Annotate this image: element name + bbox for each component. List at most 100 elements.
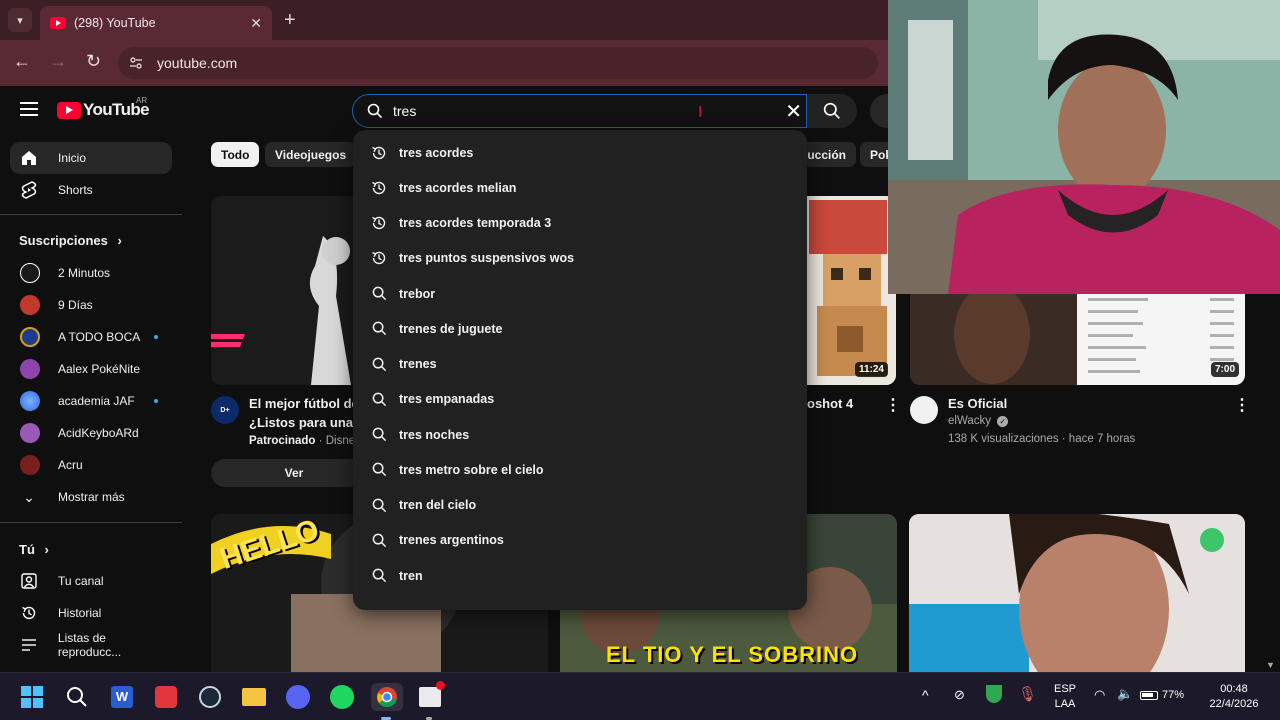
more-options-icon[interactable]: ⋮: [885, 395, 901, 415]
video-title[interactable]: Es Oficial: [948, 394, 1007, 413]
search-suggestion[interactable]: tren: [353, 558, 807, 593]
suggestion-text: trenes: [399, 357, 437, 371]
search-suggestion[interactable]: tren del cielo: [353, 488, 807, 523]
search-icon: [371, 427, 387, 443]
browser-tab-youtube[interactable]: (298) YouTube ✕: [40, 6, 272, 40]
search-suggestion[interactable]: trenes de juguete: [353, 311, 807, 346]
suggestion-text: tres empanadas: [399, 392, 495, 407]
volume-icon[interactable]: 🔈: [1117, 686, 1133, 702]
clock[interactable]: 00:48 22/4/2026: [1196, 682, 1272, 712]
wifi-icon[interactable]: ◠: [1094, 687, 1105, 703]
chevron-up-icon[interactable]: ^: [922, 687, 929, 703]
forward-arrow-icon[interactable]: →: [49, 51, 67, 72]
search-suggestion[interactable]: tres empanadas: [353, 382, 807, 417]
sidebar-item-playlists[interactable]: Listas de reproducc...: [10, 629, 172, 661]
search-icon: [367, 103, 383, 119]
sidebar-item-shorts[interactable]: Shorts: [10, 174, 172, 206]
sidebar-subscription[interactable]: Aalex PokéNite: [10, 353, 172, 385]
chip-todo[interactable]: Todo: [211, 142, 260, 167]
sidebar-subscription[interactable]: A TODO BOCA: [10, 321, 172, 353]
windows-start-icon[interactable]: [18, 683, 46, 711]
history-icon: [371, 145, 387, 161]
search-suggestion[interactable]: tres metro sobre el cielo: [353, 452, 807, 487]
back-arrow-icon[interactable]: ←: [13, 51, 31, 72]
tab-search-button[interactable]: ▾: [8, 8, 32, 32]
battery-icon: [1140, 690, 1158, 700]
search-suggestion[interactable]: tres noches: [353, 417, 807, 452]
address-bar[interactable]: youtube.com: [118, 47, 878, 79]
hamburger-menu-icon[interactable]: [20, 102, 38, 120]
sidebar-item-inicio[interactable]: Inicio: [10, 142, 172, 174]
search-button[interactable]: [807, 94, 857, 128]
language-indicator[interactable]: ESP LAA: [1050, 682, 1080, 712]
suggestion-text: trenes de juguete: [399, 321, 503, 336]
video-duration: 11:24: [854, 362, 888, 377]
new-tab-icon[interactable]: +: [284, 9, 296, 32]
sidebar-subscription[interactable]: 2 Minutos: [10, 257, 172, 289]
reload-icon[interactable]: ↻: [86, 51, 101, 72]
chevron-right-icon: ›: [117, 233, 122, 248]
sidebar-item-tu-canal[interactable]: Tu canal: [10, 565, 172, 597]
history-icon: [371, 215, 387, 231]
history-icon: [371, 180, 387, 196]
sidebar-item-label: Listas de reproducc...: [57, 631, 122, 659]
channel-avatar: [20, 455, 40, 475]
network-off-icon[interactable]: ⊘: [954, 687, 965, 703]
search-icon: [371, 286, 387, 302]
microphone-icon[interactable]: 🎙: [1018, 685, 1037, 703]
discord-icon[interactable]: [284, 683, 312, 711]
search-suggestion[interactable]: trenes: [353, 347, 807, 382]
sidebar-item-historial[interactable]: Historial: [10, 597, 172, 629]
sidebar-subscription[interactable]: AcidKeyboARd: [10, 417, 172, 449]
search-input[interactable]: [393, 103, 773, 119]
site-info-icon[interactable]: [122, 49, 150, 77]
search-icon: [371, 462, 387, 478]
you-heading[interactable]: Tú ›: [19, 542, 49, 557]
spotify-icon[interactable]: [328, 683, 356, 711]
subscriptions-heading[interactable]: Suscripciones ›: [19, 233, 122, 248]
anydesk-icon[interactable]: [152, 683, 180, 711]
chip-videojuegos[interactable]: Videojuegos: [265, 142, 357, 167]
steam-icon[interactable]: [196, 683, 224, 711]
show-more-button[interactable]: ⌄ Mostrar más: [10, 481, 172, 513]
sidebar-subscription[interactable]: 9 Días: [10, 289, 172, 321]
video-title[interactable]: oshot 4: [807, 394, 853, 413]
video-title[interactable]: El mejor fútbol de ¿Listos para una n: [249, 394, 353, 432]
sidebar-divider: [0, 214, 182, 215]
store-icon[interactable]: [416, 681, 445, 711]
search-icon: [371, 321, 387, 337]
chip-poker[interactable]: Pok: [860, 142, 888, 167]
new-content-dot: [154, 335, 158, 339]
portrait-thumbnail[interactable]: [909, 514, 1245, 672]
clear-search-icon[interactable]: ✕: [785, 99, 802, 124]
minecraft-thumbnail[interactable]: 11:24: [807, 196, 896, 385]
scroll-down-arrow-icon[interactable]: ▼: [1266, 660, 1275, 670]
ad-cta-button[interactable]: Ver: [211, 459, 353, 487]
tab-close-icon[interactable]: ✕: [250, 15, 262, 32]
channel-name[interactable]: elWacky ✓: [948, 415, 1009, 427]
es-oficial-thumbnail[interactable]: 7:00: [910, 294, 1245, 385]
suggestion-text: tres acordes melian: [399, 180, 517, 195]
search-suggestion[interactable]: tres acordes: [353, 135, 807, 170]
channel-avatar: [20, 263, 40, 283]
advertiser-avatar[interactable]: D+: [211, 396, 239, 424]
ad-thumbnail[interactable]: [211, 196, 353, 385]
search-suggestion[interactable]: trenes argentinos: [353, 523, 807, 558]
security-icon[interactable]: [986, 685, 1002, 706]
sidebar-subscription[interactable]: Acru: [10, 449, 172, 481]
search-suggestion[interactable]: trebor: [353, 276, 807, 311]
search-icon[interactable]: [63, 683, 91, 711]
sidebar-subscription[interactable]: academia JAF: [10, 385, 172, 417]
more-options-icon[interactable]: ⋮: [1234, 395, 1250, 415]
windows-taskbar: W ^ ⊘ 🎙 ESP LAA ◠ 🔈 77% 00:48 22/4/2026: [0, 672, 1280, 720]
search-suggestion[interactable]: tres acordes melian: [353, 170, 807, 205]
home-icon: [20, 149, 38, 167]
search-suggestion[interactable]: tres acordes temporada 3: [353, 206, 807, 241]
file-explorer-icon[interactable]: [240, 683, 268, 711]
chrome-icon[interactable]: [371, 683, 403, 711]
battery-indicator[interactable]: 77%: [1140, 689, 1184, 701]
channel-avatar[interactable]: [910, 396, 938, 424]
word-icon[interactable]: W: [108, 683, 136, 711]
search-suggestion[interactable]: tres puntos suspensivos wos: [353, 241, 807, 276]
search-box[interactable]: ✕: [352, 94, 807, 128]
